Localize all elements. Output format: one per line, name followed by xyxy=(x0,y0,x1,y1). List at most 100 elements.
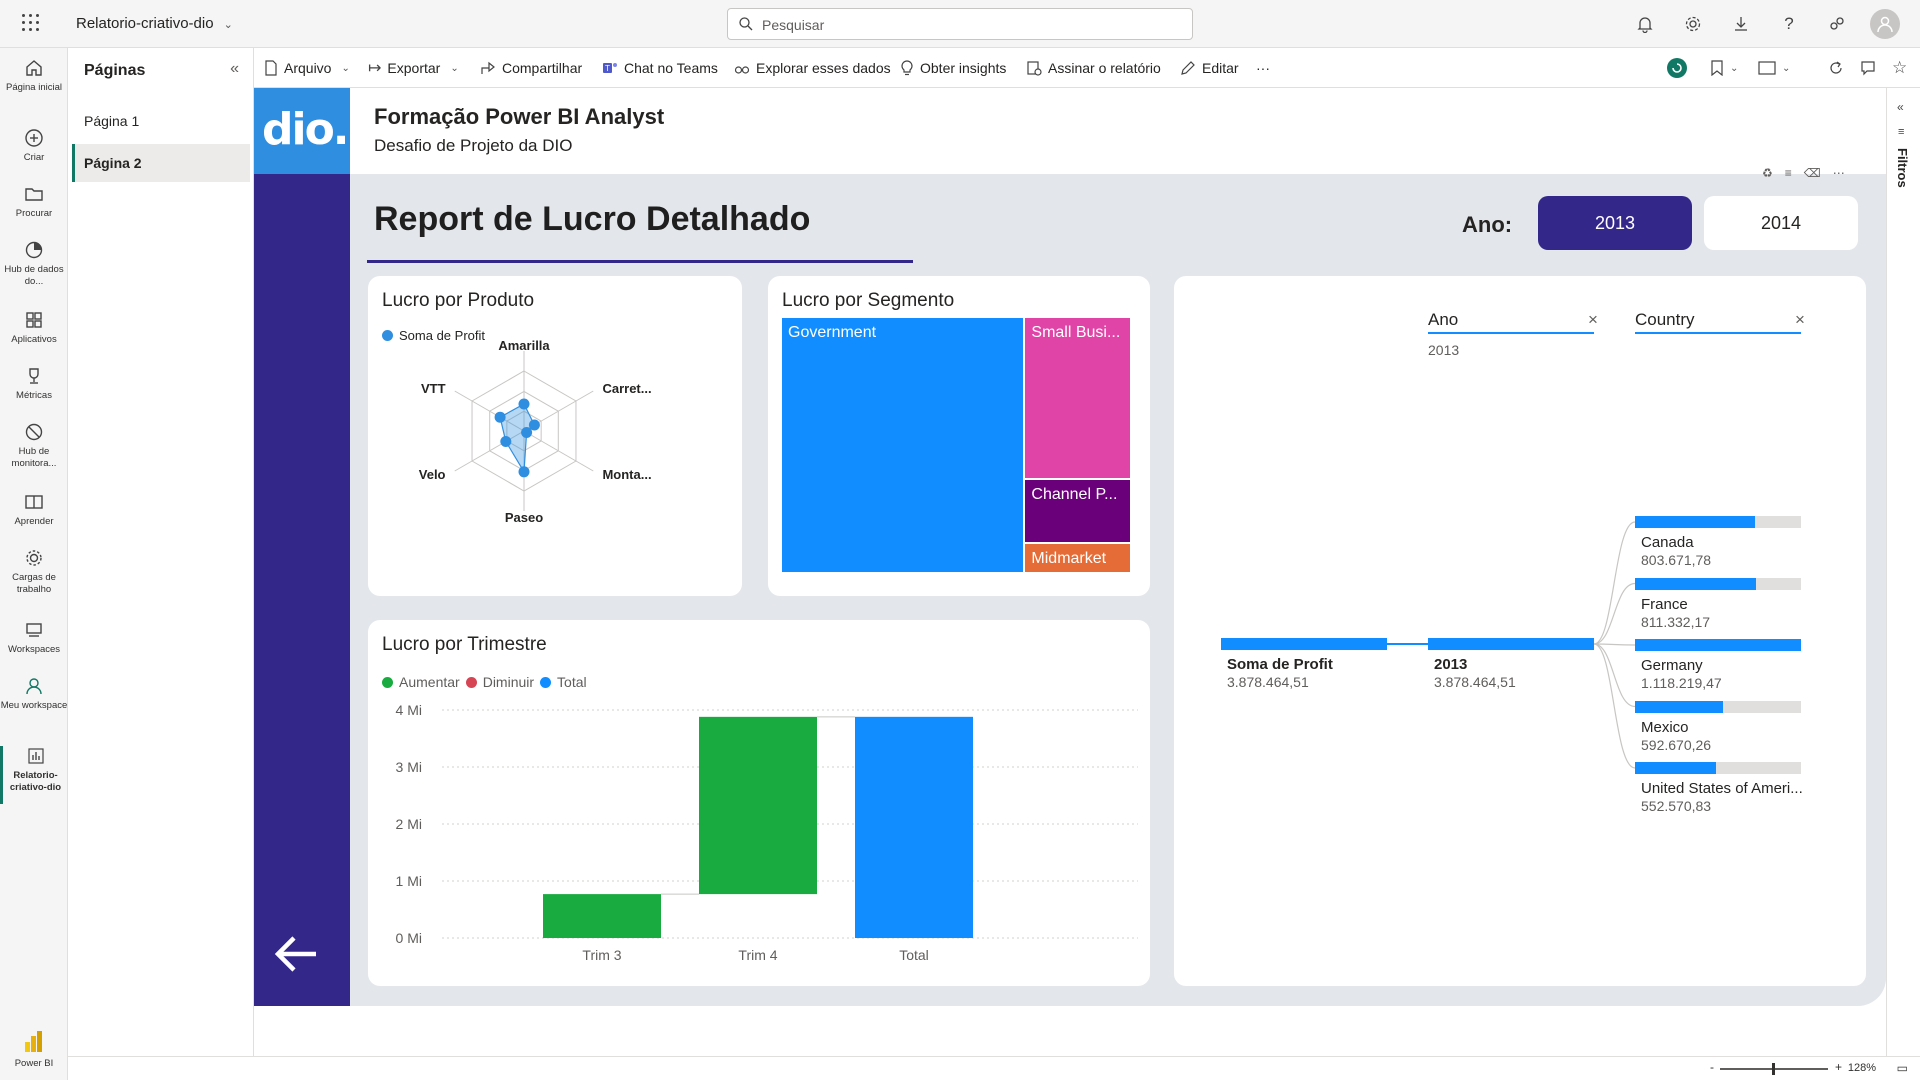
explore-data-button[interactable]: Explorar esses dados xyxy=(734,48,891,88)
node-bar[interactable] xyxy=(1635,516,1755,528)
treemap-tile-label: Midmarket xyxy=(1031,550,1107,568)
waterfall-bar[interactable] xyxy=(543,894,661,938)
teams-icon: T xyxy=(603,63,617,73)
file-label: Arquivo xyxy=(284,60,332,76)
treemap-tile[interactable]: Channel P... xyxy=(1025,480,1130,543)
radar-chart-card: Lucro por Produto Soma de Profit Amarill… xyxy=(368,276,742,596)
nav-workloads[interactable]: Cargas de trabalho xyxy=(0,548,68,596)
pin-bell-icon[interactable]: ♻ xyxy=(1762,166,1773,180)
remove-level-icon[interactable]: × xyxy=(1588,310,1598,330)
level-header-underline xyxy=(1428,332,1594,334)
report-name-dropdown[interactable]: Relatorio-criativo-dio ⌄ xyxy=(76,15,233,32)
page-tab-2[interactable]: Página 2 xyxy=(72,144,250,182)
zoom-slider-thumb[interactable] xyxy=(1772,1063,1775,1075)
trophy-icon xyxy=(29,368,39,384)
node-bar[interactable] xyxy=(1635,639,1801,651)
chevron-down-icon: ⌄ xyxy=(450,62,459,74)
refresh-status-icon[interactable] xyxy=(1666,56,1688,80)
tree-branch xyxy=(1593,521,1636,645)
title-underline xyxy=(367,260,913,263)
pages-pane: Páginas « Página 1 Página 2 xyxy=(68,48,254,1056)
svg-text:T: T xyxy=(605,64,610,73)
help-icon[interactable]: ? xyxy=(1772,8,1806,40)
filters-pane[interactable]: « ≡ Filtros xyxy=(1886,88,1920,1056)
account-avatar[interactable] xyxy=(1868,8,1902,40)
nav-create[interactable]: Criar xyxy=(0,128,68,164)
node-bar[interactable] xyxy=(1428,638,1594,650)
page-tab-1[interactable]: Página 1 xyxy=(72,102,250,140)
expand-filters-icon[interactable]: « xyxy=(1897,100,1904,114)
nav-data-hub[interactable]: Hub de dados do... xyxy=(0,240,68,288)
level-header-underline xyxy=(1635,332,1801,334)
node-bar[interactable] xyxy=(1635,577,1757,590)
zoom-slider[interactable] xyxy=(1720,1063,1828,1075)
treemap-tile[interactable]: Government xyxy=(782,318,1024,572)
teams-chat-button[interactable]: T Chat no Teams xyxy=(602,48,718,88)
filter-icon[interactable]: ≡ xyxy=(1785,166,1792,180)
nav-current-report[interactable]: Relatorio-criativo-dio xyxy=(0,746,68,804)
y-tick-label: 0 Mi xyxy=(396,930,422,946)
fit-to-page-icon[interactable]: ▭ xyxy=(1897,1061,1908,1075)
left-decor-band xyxy=(254,88,350,1006)
collapse-pane-icon[interactable]: « xyxy=(230,60,239,78)
binoculars-icon xyxy=(734,66,750,74)
nav-label: Cargas de trabalho xyxy=(12,572,56,595)
nav-apps[interactable]: Aplicativos xyxy=(0,310,68,346)
eraser-icon[interactable]: ⌫ xyxy=(1804,166,1821,180)
more-options-button[interactable]: ··· xyxy=(1256,48,1270,88)
share-feedback-icon[interactable] xyxy=(1820,8,1854,40)
node-bar[interactable] xyxy=(1221,638,1387,650)
radar-axis-label: Monta... xyxy=(602,467,651,482)
tree-branch xyxy=(1593,643,1636,769)
insights-button[interactable]: Obter insights xyxy=(900,48,1006,88)
y-tick-label: 1 Mi xyxy=(396,873,422,889)
nav-browse[interactable]: Procurar xyxy=(0,184,68,220)
nav-metrics[interactable]: Métricas xyxy=(0,366,68,402)
favorite-star-icon[interactable]: ☆ xyxy=(1892,56,1907,80)
treemap-tile[interactable]: Midmarket xyxy=(1025,544,1130,572)
app-launcher-icon[interactable] xyxy=(22,14,42,34)
bookmark-icon[interactable]: ⌄ xyxy=(1710,56,1738,80)
zoom-in-button[interactable]: + xyxy=(1835,1060,1842,1074)
nav-monitoring-hub[interactable]: Hub de monitora... xyxy=(0,422,68,470)
nav-learn[interactable]: Aprender xyxy=(0,492,68,528)
remove-level-icon[interactable]: × xyxy=(1795,310,1805,330)
nav-power-bi-brand[interactable]: Power BI xyxy=(0,1030,68,1070)
radar-data-point xyxy=(521,427,533,438)
download-icon[interactable] xyxy=(1724,8,1758,40)
search-input[interactable]: Pesquisar xyxy=(727,8,1193,40)
notifications-bell-icon[interactable] xyxy=(1628,8,1662,40)
waterfall-bar[interactable] xyxy=(699,716,817,895)
nav-my-workspace[interactable]: Meu workspace xyxy=(0,676,68,712)
back-arrow-button[interactable] xyxy=(274,934,318,979)
reload-icon[interactable] xyxy=(1828,56,1844,80)
report-title: Report de Lucro Detalhado xyxy=(374,200,811,238)
zoom-out-button[interactable]: - xyxy=(1710,1060,1714,1074)
radar-leader-line xyxy=(575,460,594,472)
year-button-2014[interactable]: 2014 xyxy=(1704,196,1858,250)
subscribe-button[interactable]: Assinar o relatório xyxy=(1026,48,1161,88)
brand-label: Power BI xyxy=(14,1058,54,1069)
file-menu-button[interactable]: Arquivo ⌄ xyxy=(264,48,350,88)
node-bar[interactable] xyxy=(1635,762,1717,774)
node-value: 552.570,83 xyxy=(1641,798,1712,814)
nav-home[interactable]: Página inicial xyxy=(0,58,68,94)
top-header: Relatorio-criativo-dio ⌄ Pesquisar ? xyxy=(0,0,1920,48)
export-menu-button[interactable]: ↦ Exportar ⌄ xyxy=(368,48,459,88)
insights-label: Obter insights xyxy=(920,60,1007,76)
edit-button[interactable]: Editar xyxy=(1180,48,1239,88)
level-header: Ano xyxy=(1428,310,1459,329)
year-button-2013[interactable]: 2013 xyxy=(1538,196,1692,250)
treemap-tile[interactable]: Small Busi... xyxy=(1025,318,1130,479)
more-options-icon[interactable]: ⋯ xyxy=(1833,166,1845,180)
view-mode-icon[interactable]: ⌄ xyxy=(1758,56,1790,80)
comment-icon[interactable] xyxy=(1860,56,1876,80)
waterfall-bar[interactable] xyxy=(855,716,973,938)
node-bar[interactable] xyxy=(1635,700,1723,713)
settings-gear-icon[interactable] xyxy=(1676,8,1710,40)
nav-workspaces[interactable]: Workspaces xyxy=(0,620,68,656)
tree-branch xyxy=(1593,643,1636,646)
workspaces-icon xyxy=(26,623,42,637)
share-button[interactable]: Compartilhar xyxy=(480,48,582,88)
status-bar: - + 128% ▭ xyxy=(68,1056,1920,1080)
